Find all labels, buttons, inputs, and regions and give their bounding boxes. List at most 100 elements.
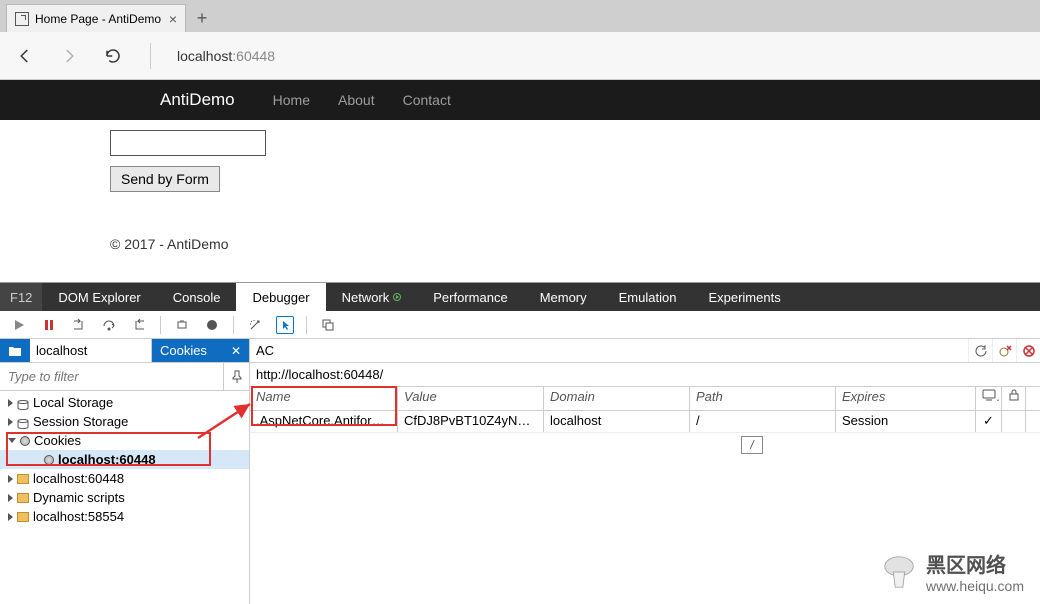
step-in-button[interactable] bbox=[70, 316, 88, 334]
tab-emulation[interactable]: Emulation bbox=[603, 283, 693, 311]
cell-domain: localhost bbox=[544, 411, 690, 432]
page-viewport: AntiDemo Home About Contact Send by Form… bbox=[0, 80, 1040, 282]
record-icon bbox=[393, 293, 401, 301]
browser-tab-strip: Home Page - AntiDemo × + bbox=[0, 0, 1040, 32]
pause-button[interactable] bbox=[40, 316, 58, 334]
tree-dynamic-scripts[interactable]: Dynamic scripts bbox=[0, 488, 249, 507]
cell-secure bbox=[1002, 411, 1026, 432]
devtools-tabstrip: F12 DOM Explorer Console Debugger Networ… bbox=[0, 283, 1040, 311]
site-navbar: AntiDemo Home About Contact bbox=[0, 80, 1040, 120]
watermark-title: 黑区网络 bbox=[926, 549, 1024, 578]
cell-http-only: ✓ bbox=[976, 411, 1002, 432]
form-text-input[interactable] bbox=[110, 130, 266, 156]
tree-host2[interactable]: localhost:58554 bbox=[0, 507, 249, 526]
folder-icon bbox=[17, 493, 29, 503]
cookies-tab-label: Cookies bbox=[160, 343, 207, 358]
f12-label: F12 bbox=[0, 283, 42, 311]
tab-dom-explorer[interactable]: DOM Explorer bbox=[42, 283, 156, 311]
separator bbox=[306, 316, 307, 334]
browser-tab[interactable]: Home Page - AntiDemo × bbox=[6, 4, 186, 32]
search-input[interactable] bbox=[250, 339, 968, 362]
continue-button[interactable] bbox=[10, 316, 28, 334]
separator bbox=[160, 316, 161, 334]
tab-experiments[interactable]: Experiments bbox=[692, 283, 796, 311]
close-icon[interactable]: ✕ bbox=[231, 344, 241, 358]
brand[interactable]: AntiDemo bbox=[160, 90, 235, 110]
close-tab-icon[interactable]: × bbox=[169, 11, 177, 27]
page-body: Send by Form © 2017 - AntiDemo bbox=[0, 120, 1040, 252]
folder-icon bbox=[17, 474, 29, 484]
step-out-button[interactable] bbox=[130, 316, 148, 334]
cookie-row[interactable]: .AspNetCore.Antiforgery.... CfDJ8PvBT10Z… bbox=[250, 411, 1040, 433]
database-icon bbox=[17, 398, 29, 408]
watermark: 黑区网络 www.heiqu.com bbox=[880, 549, 1024, 594]
page-icon bbox=[15, 12, 29, 26]
database-icon bbox=[17, 417, 29, 427]
select-element-button[interactable] bbox=[276, 316, 294, 334]
devtools-toolbar bbox=[0, 311, 1040, 339]
nav-about[interactable]: About bbox=[338, 92, 375, 108]
tree-host1[interactable]: localhost:60448 bbox=[0, 469, 249, 488]
step-over-button[interactable] bbox=[100, 316, 118, 334]
pin-button[interactable] bbox=[223, 363, 249, 390]
separator bbox=[150, 43, 151, 69]
tab-memory[interactable]: Memory bbox=[524, 283, 603, 311]
tree-local-storage[interactable]: Local Storage bbox=[0, 393, 249, 412]
refresh-button[interactable] bbox=[102, 45, 124, 67]
send-by-form-button[interactable]: Send by Form bbox=[110, 166, 220, 192]
mushroom-icon bbox=[880, 553, 918, 591]
windows-button[interactable] bbox=[319, 316, 337, 334]
col-name[interactable]: Name bbox=[250, 387, 398, 410]
devtools-left-panel: localhost Cookies ✕ Local Storage Sessio… bbox=[0, 339, 250, 604]
filter-input[interactable] bbox=[0, 363, 223, 390]
col-path[interactable]: Path bbox=[690, 387, 836, 410]
refresh-cookies-button[interactable] bbox=[968, 339, 992, 362]
url-port: :60448 bbox=[232, 48, 275, 64]
tree-session-storage[interactable]: Session Storage bbox=[0, 412, 249, 431]
folder-icon bbox=[17, 512, 29, 522]
cookies-panel-tab[interactable]: Cookies ✕ bbox=[152, 339, 249, 362]
break-button[interactable] bbox=[173, 316, 191, 334]
nav-home[interactable]: Home bbox=[273, 92, 310, 108]
storage-tree: Local Storage Session Storage Cookies lo… bbox=[0, 391, 249, 604]
breakpoint-button[interactable] bbox=[203, 316, 221, 334]
page-footer: © 2017 - AntiDemo bbox=[110, 236, 930, 252]
separator bbox=[233, 316, 234, 334]
cell-value: CfDJ8PvBT10Z4yNKsT3rk... bbox=[398, 411, 544, 432]
right-panel-header bbox=[250, 339, 1040, 363]
tab-console[interactable]: Console bbox=[157, 283, 237, 311]
forward-button[interactable] bbox=[58, 45, 80, 67]
tree-cookies[interactable]: Cookies bbox=[0, 431, 249, 450]
cookie-url: http://localhost:60448/ bbox=[250, 363, 1040, 387]
wand-button[interactable] bbox=[246, 316, 264, 334]
tree-cookies-host[interactable]: localhost:60448 bbox=[0, 450, 249, 469]
col-value[interactable]: Value bbox=[398, 387, 544, 410]
annotation-path-box: / bbox=[741, 436, 763, 454]
tab-debugger[interactable]: Debugger bbox=[236, 283, 325, 311]
col-expires[interactable]: Expires bbox=[836, 387, 976, 410]
new-tab-button[interactable]: + bbox=[186, 4, 218, 32]
tab-performance[interactable]: Performance bbox=[417, 283, 523, 311]
cell-name: .AspNetCore.Antiforgery.... bbox=[250, 411, 398, 432]
cookie-icon bbox=[44, 455, 54, 465]
tab-network[interactable]: Network bbox=[326, 283, 418, 311]
left-panel-header: localhost Cookies ✕ bbox=[0, 339, 249, 363]
nav-contact[interactable]: Contact bbox=[403, 92, 451, 108]
col-domain[interactable]: Domain bbox=[544, 387, 690, 410]
filter-row bbox=[0, 363, 249, 391]
address-bar: localhost:60448 bbox=[0, 32, 1040, 80]
tab-network-label: Network bbox=[342, 290, 390, 305]
delete-cookie-button[interactable] bbox=[992, 339, 1016, 362]
folder-tab[interactable] bbox=[0, 339, 30, 362]
cookie-icon bbox=[20, 436, 30, 446]
col-http-only[interactable] bbox=[976, 387, 1002, 410]
col-secure[interactable] bbox=[1002, 387, 1026, 410]
tab-title: Home Page - AntiDemo bbox=[35, 12, 161, 26]
delete-all-cookies-button[interactable] bbox=[1016, 339, 1040, 362]
host-label[interactable]: localhost bbox=[30, 339, 152, 362]
watermark-url: www.heiqu.com bbox=[926, 578, 1024, 594]
cookie-grid-header: Name Value Domain Path Expires bbox=[250, 387, 1040, 411]
cell-expires: Session bbox=[836, 411, 976, 432]
url-display[interactable]: localhost:60448 bbox=[177, 48, 275, 64]
back-button[interactable] bbox=[14, 45, 36, 67]
